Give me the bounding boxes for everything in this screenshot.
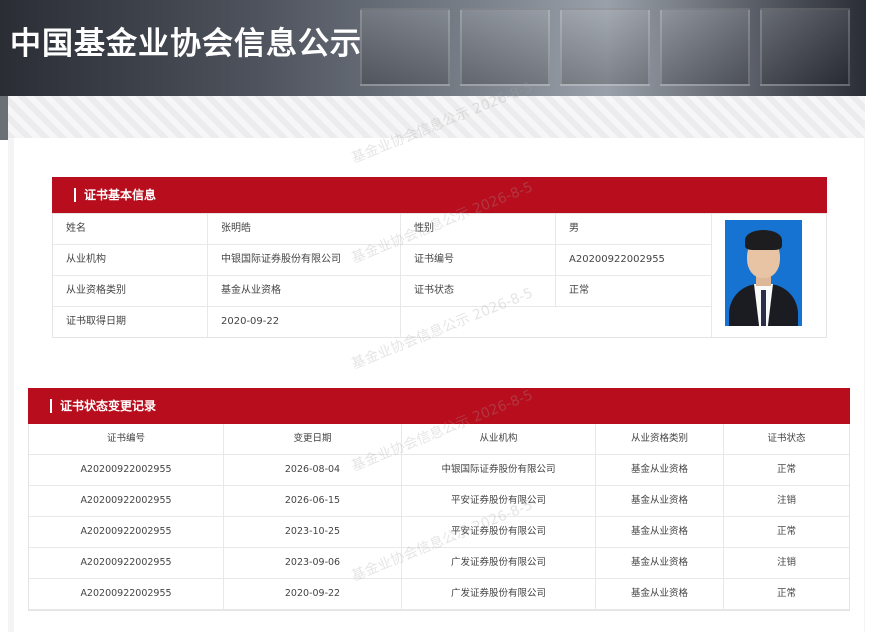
banner-cabinet-drawer bbox=[460, 8, 550, 86]
cert-number-cell: A20200922002955 bbox=[29, 455, 224, 485]
cert-number-cell: A20200922002955 bbox=[29, 517, 224, 547]
left-strip bbox=[0, 96, 8, 140]
field-value: 2020-09-22 bbox=[208, 307, 401, 338]
table-row: A20200922002955 2026-08-04 中银国际证券股份有限公司 … bbox=[29, 455, 849, 486]
id-photo bbox=[725, 220, 802, 326]
table-row: A20200922002955 2020-09-22 广发证券股份有限公司 基金… bbox=[29, 579, 849, 610]
field-label: 证书取得日期 bbox=[53, 307, 208, 338]
institution-cell: 广发证券股份有限公司 bbox=[402, 548, 596, 578]
info-row: 证书取得日期 2020-09-22 bbox=[53, 307, 401, 338]
table-row: A20200922002955 2026-06-15 平安证券股份有限公司 基金… bbox=[29, 486, 849, 517]
banner-cabinet-drawer bbox=[660, 8, 750, 86]
table-row: A20200922002955 2023-10-25 平安证券股份有限公司 基金… bbox=[29, 517, 849, 548]
qualification-cell: 基金从业资格 bbox=[596, 517, 724, 547]
institution-cell: 广发证券股份有限公司 bbox=[402, 579, 596, 609]
banner-cabinet-drawer bbox=[560, 8, 650, 86]
table-header-row: 证书编号 变更日期 从业机构 从业资格类别 证书状态 bbox=[29, 424, 849, 455]
basic-info-header: 证书基本信息 bbox=[52, 177, 827, 213]
status-cell: 注销 bbox=[776, 557, 796, 568]
field-value: 中银国际证券股份有限公司 bbox=[208, 245, 401, 275]
banner-cabinet-drawer bbox=[360, 8, 450, 86]
status-cell: 正常 bbox=[776, 588, 796, 599]
basic-info-title: 证书基本信息 bbox=[84, 188, 157, 202]
column-header: 从业资格类别 bbox=[596, 424, 724, 454]
change-record-header: 证书状态变更记录 bbox=[28, 388, 850, 424]
qualification-cell: 基金从业资格 bbox=[596, 579, 724, 609]
field-label: 从业资格类别 bbox=[53, 276, 208, 306]
change-record-table: 证书编号 变更日期 从业机构 从业资格类别 证书状态 A202009220029… bbox=[28, 424, 850, 611]
page-title: 中国基金业协会信息公示 bbox=[10, 26, 362, 62]
qualification-cell: 基金从业资格 bbox=[596, 486, 724, 516]
header-banner: 中国基金业协会信息公示 bbox=[0, 0, 866, 96]
field-label: 姓名 bbox=[53, 214, 208, 244]
column-header: 从业机构 bbox=[402, 424, 596, 454]
qualification-cell: 基金从业资格 bbox=[596, 455, 724, 485]
change-date-cell: 2020-09-22 bbox=[224, 579, 402, 609]
status-cell: 正常 bbox=[776, 464, 796, 475]
change-date-cell: 2026-06-15 bbox=[224, 486, 402, 516]
field-label: 证书状态 bbox=[401, 276, 556, 306]
info-row: 姓名 张明皓 性别 男 bbox=[53, 214, 711, 245]
field-label: 性别 bbox=[401, 214, 556, 244]
info-row: 从业机构 中银国际证券股份有限公司 证书编号 A20200922002955 bbox=[53, 245, 711, 276]
change-date-cell: 2023-09-06 bbox=[224, 548, 402, 578]
field-label: 从业机构 bbox=[53, 245, 208, 275]
basic-info-table: 姓名 张明皓 性别 男 从业机构 中银国际证券股份有限公司 证书编号 A2020… bbox=[52, 213, 827, 338]
column-header: 证书状态 bbox=[767, 433, 806, 444]
institution-cell: 平安证券股份有限公司 bbox=[402, 517, 596, 547]
table-row: A20200922002955 2023-09-06 广发证券股份有限公司 基金… bbox=[29, 548, 849, 579]
status-cell: 注销 bbox=[776, 495, 796, 506]
change-date-cell: 2026-08-04 bbox=[224, 455, 402, 485]
cert-number-cell: A20200922002955 bbox=[29, 486, 224, 516]
field-value: A20200922002955 bbox=[569, 254, 665, 265]
field-value: 正常 bbox=[569, 285, 589, 296]
change-date-cell: 2023-10-25 bbox=[224, 517, 402, 547]
cert-number-cell: A20200922002955 bbox=[29, 548, 224, 578]
institution-cell: 平安证券股份有限公司 bbox=[402, 486, 596, 516]
status-cell: 正常 bbox=[776, 526, 796, 537]
banner-cabinet-drawer bbox=[760, 8, 850, 86]
change-record-title: 证书状态变更记录 bbox=[60, 399, 157, 413]
info-row: 从业资格类别 基金从业资格 证书状态 正常 bbox=[53, 276, 711, 307]
column-header: 变更日期 bbox=[224, 424, 402, 454]
field-value: 张明皓 bbox=[208, 214, 401, 244]
cert-number-cell: A20200922002955 bbox=[29, 579, 224, 609]
field-value: 基金从业资格 bbox=[208, 276, 401, 306]
qualification-cell: 基金从业资格 bbox=[596, 548, 724, 578]
field-label: 证书编号 bbox=[401, 245, 556, 275]
photo-cell bbox=[711, 214, 827, 337]
field-value: 男 bbox=[569, 223, 579, 234]
institution-cell: 中银国际证券股份有限公司 bbox=[402, 455, 596, 485]
column-header: 证书编号 bbox=[29, 424, 224, 454]
